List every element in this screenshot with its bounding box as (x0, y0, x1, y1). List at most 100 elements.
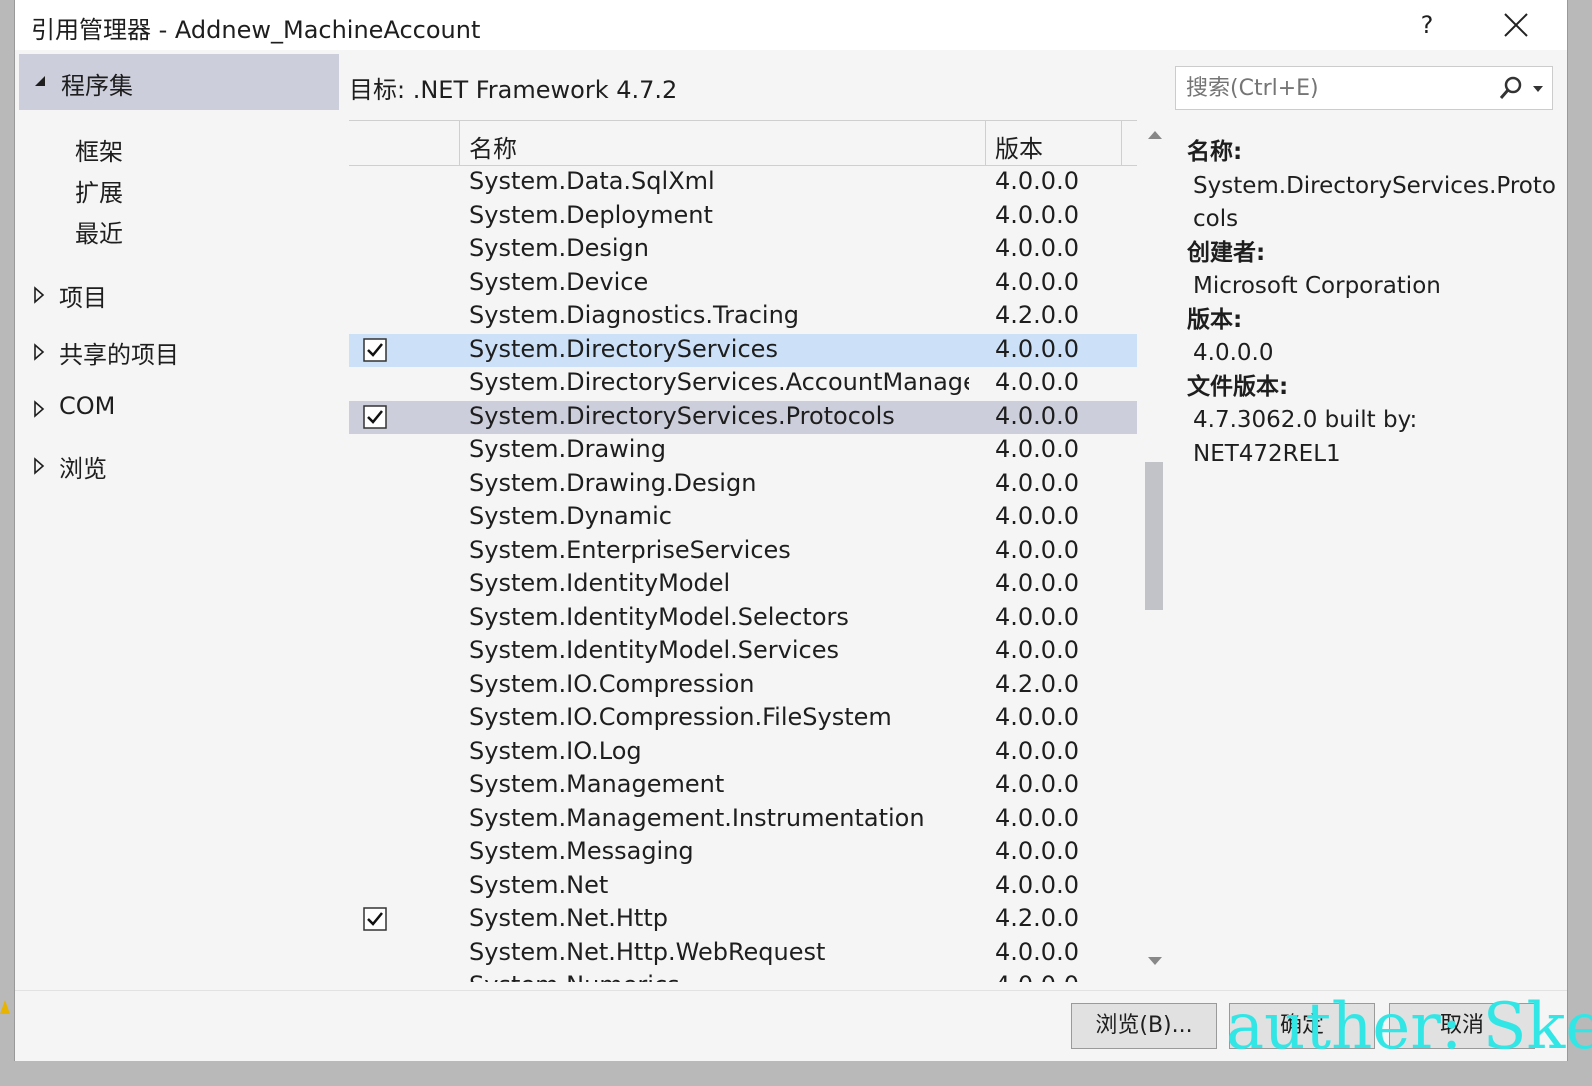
row-name: System.Net.Http (469, 904, 668, 932)
table-row[interactable]: System.Numerics 4.0.0.0 (349, 970, 1137, 982)
checkbox-checked-icon[interactable] (363, 404, 387, 429)
row-version: 4.0.0.0 (995, 267, 1079, 296)
table-row[interactable]: System.Management.Instrumentation 4.0.0.0 (349, 803, 1137, 837)
target-framework-label: 目标: .NET Framework 4.7.2 (349, 76, 678, 104)
watermark-text: auther: Ske (1226, 990, 1592, 1064)
row-version: 4.2.0.0 (995, 669, 1079, 698)
assembly-list: 名称 版本 System.Data.SqlXml 4.0.0.0 System.De… (349, 120, 1137, 982)
row-name: System.Device (469, 267, 649, 296)
row-version: 4.0.0.0 (995, 368, 1079, 396)
column-divider[interactable] (459, 121, 460, 165)
nav-subitem-recent[interactable]: 最近 (75, 214, 123, 249)
table-row[interactable]: System.Diagnostics.Tracing 4.2.0.0 (349, 300, 1137, 334)
row-version: 4.0.0.0 (995, 870, 1079, 899)
detail-creator-label: 创建者: (1187, 239, 1266, 266)
checkbox-checked-icon[interactable] (363, 907, 387, 931)
table-row[interactable]: System.IO.Log 4.0.0.0 (349, 736, 1137, 770)
reference-manager-dialog: 引用管理器 - Addnew_MachineAccount ? 程序集 框架 扩… (14, 0, 1568, 1061)
row-version: 4.0.0.0 (995, 200, 1079, 229)
browse-button[interactable]: 浏览(B)... (1071, 1003, 1217, 1049)
table-row[interactable]: System.Management 4.0.0.0 (349, 769, 1137, 803)
row-name: System.IO.Compression.FileSystem (469, 703, 892, 731)
scrollbar-thumb[interactable] (1145, 462, 1163, 610)
table-row[interactable]: System.IdentityModel.Selectors 4.0.0.0 (349, 602, 1137, 636)
row-version: 4.0.0.0 (995, 602, 1079, 631)
nav-item-projects[interactable]: 项目 (15, 276, 335, 316)
nav-item-com[interactable]: COM (15, 390, 335, 430)
checkbox-checked-icon[interactable] (363, 337, 387, 362)
detail-version-label: 版本: (1187, 306, 1243, 333)
row-name: System.Management.Instrumentation (469, 803, 925, 832)
table-row[interactable]: System.Design 4.0.0.0 (349, 233, 1137, 267)
table-row[interactable]: System.Drawing 4.0.0.0 (349, 434, 1137, 468)
row-name: System.IdentityModel.Selectors (469, 602, 849, 631)
nav-item-assemblies[interactable]: 程序集 (19, 54, 339, 110)
row-name: System.Drawing (469, 435, 666, 463)
title-bar: 引用管理器 - Addnew_MachineAccount ? (15, 0, 1567, 50)
collapsed-triangle-icon (34, 343, 45, 361)
close-icon (1504, 13, 1528, 37)
table-row[interactable]: System.Net 4.0.0.0 (349, 870, 1137, 904)
row-version: 4.0.0.0 (995, 971, 1079, 982)
row-version: 4.2.0.0 (995, 904, 1079, 932)
row-name: System.IO.Log (469, 736, 642, 765)
row-name: System.Net (469, 870, 609, 899)
nav-item-browse[interactable]: 浏览 (15, 447, 335, 487)
row-version: 4.0.0.0 (995, 234, 1079, 262)
nav-item-label: 共享的项目 (59, 341, 179, 369)
column-divider[interactable] (985, 121, 986, 165)
table-row[interactable]: System.Data.SqlXml 4.0.0.0 (349, 166, 1137, 200)
detail-name-value: System.DirectoryServices.Protocols (1193, 172, 1556, 233)
window-title: 引用管理器 - Addnew_MachineAccount (31, 16, 481, 44)
list-header: 名称 版本 (349, 120, 1137, 166)
scroll-down-arrow-icon[interactable] (1147, 956, 1163, 966)
table-row[interactable]: System.DirectoryServices.AccountManage..… (349, 367, 1137, 401)
row-name: System.Deployment (469, 200, 713, 229)
table-row[interactable]: System.IO.Compression.FileSystem 4.0.0.0 (349, 702, 1137, 736)
search-input[interactable] (1184, 73, 1488, 103)
close-button[interactable] (1491, 4, 1541, 46)
detail-file-version-label: 文件版本: (1187, 373, 1289, 400)
row-name: System.Design (469, 234, 649, 262)
table-row[interactable]: System.Dynamic 4.0.0.0 (349, 501, 1137, 535)
table-row[interactable]: System.Net.Http 4.2.0.0 (349, 903, 1137, 937)
table-row[interactable]: System.IO.Compression 4.2.0.0 (349, 669, 1137, 703)
table-row[interactable]: System.Net.Http.WebRequest 4.0.0.0 (349, 937, 1137, 971)
nav-item-label: COM (59, 392, 116, 420)
chevron-down-icon[interactable] (1532, 85, 1544, 93)
row-name: System.Drawing.Design (469, 468, 757, 497)
row-version: 4.0.0.0 (995, 502, 1079, 530)
column-header-name[interactable]: 名称 (469, 129, 517, 164)
table-row[interactable]: System.DirectoryServices.Protocols 4.0.0.… (349, 400, 1137, 434)
table-row[interactable]: System.DirectoryServices 4.0.0.0 (349, 333, 1137, 367)
row-version: 4.0.0.0 (995, 334, 1079, 363)
row-name: System.Dynamic (469, 502, 672, 530)
table-row[interactable]: System.Deployment 4.0.0.0 (349, 200, 1137, 234)
row-version: 4.2.0.0 (995, 301, 1079, 329)
table-row[interactable]: System.Drawing.Design 4.0.0.0 (349, 468, 1137, 502)
nav-subitem-extensions[interactable]: 扩展 (75, 173, 123, 208)
detail-version-value: 4.0.0.0 (1193, 340, 1274, 366)
nav-item-shared-projects[interactable]: 共享的项目 (15, 333, 335, 373)
row-name: System.Messaging (469, 837, 694, 865)
list-rows: System.Data.SqlXml 4.0.0.0 System.Deployme… (349, 166, 1137, 982)
vertical-scrollbar[interactable] (1139, 120, 1171, 982)
row-name: System.Management (469, 770, 725, 798)
row-version: 4.0.0.0 (995, 435, 1079, 463)
row-name: System.DirectoryServices.AccountManage..… (469, 368, 969, 396)
table-row[interactable]: System.EnterpriseServices 4.0.0.0 (349, 535, 1137, 569)
nav-subitem-framework[interactable]: 框架 (75, 132, 123, 167)
collapsed-triangle-icon (34, 400, 45, 418)
row-version: 4.0.0.0 (995, 736, 1079, 765)
table-row[interactable]: System.IdentityModel.Services 4.0.0.0 (349, 635, 1137, 669)
help-button[interactable]: ? (1405, 4, 1449, 46)
collapsed-triangle-icon (34, 457, 45, 475)
search-box[interactable] (1175, 66, 1553, 110)
column-header-version[interactable]: 版本 (995, 129, 1043, 164)
table-row[interactable]: System.Device 4.0.0.0 (349, 267, 1137, 301)
row-name: System.Net.Http.WebRequest (469, 937, 826, 966)
table-row[interactable]: System.Messaging 4.0.0.0 (349, 836, 1137, 870)
row-version: 4.0.0.0 (995, 401, 1079, 430)
table-row[interactable]: System.IdentityModel 4.0.0.0 (349, 568, 1137, 602)
scroll-up-arrow-icon[interactable] (1147, 130, 1163, 140)
